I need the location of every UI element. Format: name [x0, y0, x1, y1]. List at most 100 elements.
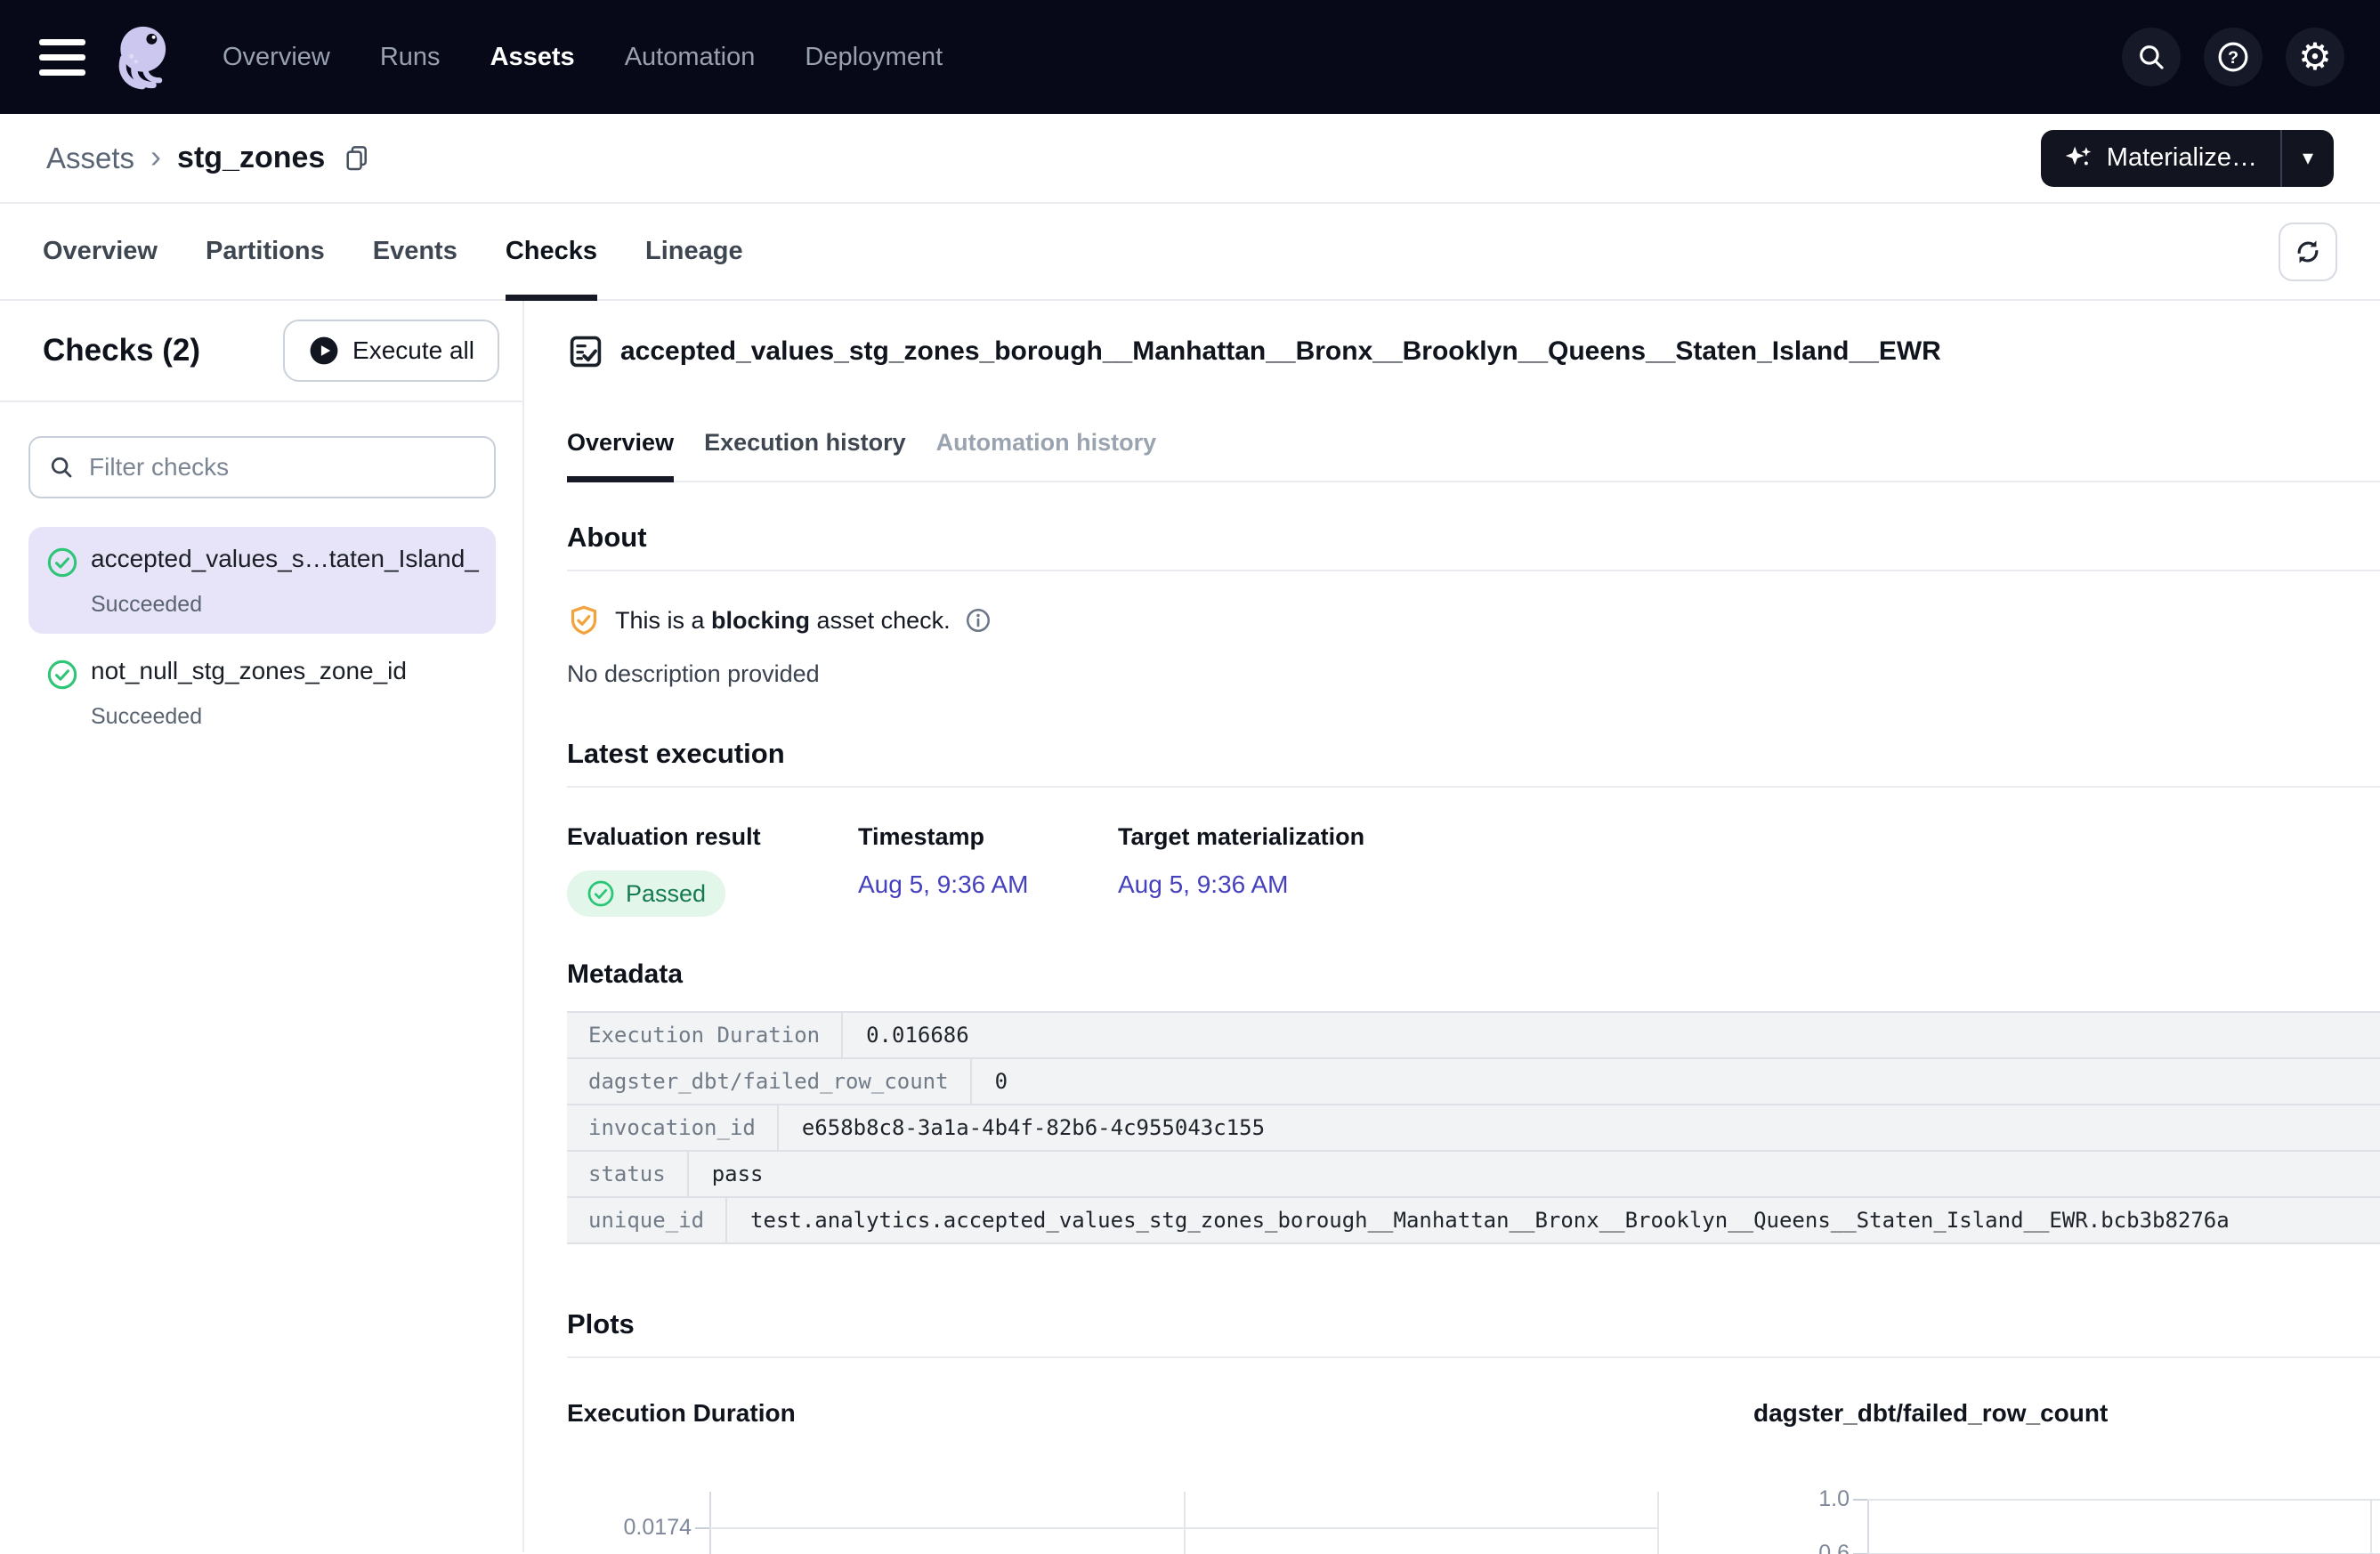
metadata-key: dagster_dbt/failed_row_count [567, 1059, 972, 1104]
asset-check-icon [567, 333, 604, 370]
breadcrumb: Assets › stg_zones [46, 141, 371, 175]
chart-gridline [709, 1492, 711, 1554]
filter-checks-box [28, 436, 496, 498]
check-list: accepted_values_s…taten_Island_ Succeede… [28, 527, 496, 746]
metadata-value: 0.016686 [843, 1013, 992, 1057]
nav-item-assets[interactable]: Assets [490, 43, 575, 72]
chart-title: dagster_dbt/failed_row_count [1753, 1399, 2380, 1428]
materialize-button[interactable]: Materialize… [2041, 130, 2280, 187]
section-divider [567, 1356, 2380, 1358]
nav-item-automation[interactable]: Automation [625, 43, 756, 72]
tab-partitions[interactable]: Partitions [206, 204, 325, 299]
about-section: About This is a blocking asset check. No… [567, 522, 2380, 688]
asset-tabs: Overview Partitions Events Checks Lineag… [43, 204, 743, 299]
top-nav-actions: ? ⚙ [2122, 28, 2344, 86]
execute-all-label: Execute all [352, 336, 474, 365]
check-list-item-not-null[interactable]: not_null_stg_zones_zone_id Succeeded [28, 639, 496, 746]
checks-sidebar-body: accepted_values_s…taten_Island_ Succeede… [0, 402, 522, 746]
tab-lineage[interactable]: Lineage [645, 204, 743, 299]
dagster-app-window: Overview Runs Assets Automation Deployme… [0, 0, 2380, 1554]
chevron-right-icon: › [150, 138, 161, 175]
execute-all-button[interactable]: Execute all [283, 320, 499, 382]
tab-execution-history[interactable]: Execution history [704, 427, 906, 481]
chart-gridline [1867, 1499, 2380, 1501]
filter-checks-input[interactable] [87, 452, 476, 482]
table-row: invocation_id e658b8c8-3a1a-4b4f-82b6-4c… [567, 1105, 2380, 1152]
main-body: Checks (2) Execute all [0, 301, 2380, 1552]
asset-header-row: Assets › stg_zones Materialize… [0, 114, 2380, 204]
check-title-row: accepted_values_stg_zones_borough__Manha… [567, 333, 2380, 370]
target-materialization-link[interactable]: Aug 5, 9:36 AM [1118, 870, 2380, 899]
passed-status-badge: Passed [567, 870, 725, 917]
column-header-timestamp: Timestamp [858, 823, 1118, 851]
copy-icon [343, 142, 371, 174]
execution-duration-chart: Execution Duration 0.0174 [567, 1399, 1753, 1554]
chart-gridline [1657, 1492, 1659, 1554]
help-button[interactable]: ? [2204, 28, 2263, 86]
top-navigation-bar: Overview Runs Assets Automation Deployme… [0, 0, 2380, 114]
metadata-value: 0 [972, 1059, 1031, 1104]
help-icon: ? [2216, 40, 2250, 74]
column-header-target-materialization: Target materialization [1118, 823, 2380, 851]
copy-asset-name-button[interactable] [343, 142, 371, 174]
chart-gridline [709, 1527, 1659, 1529]
table-row: dagster_dbt/failed_row_count 0 [567, 1059, 2380, 1105]
section-divider [567, 570, 2380, 571]
nav-item-runs[interactable]: Runs [380, 43, 441, 72]
svg-text:?: ? [2228, 48, 2238, 68]
nav-item-overview[interactable]: Overview [223, 43, 330, 72]
metadata-key: invocation_id [567, 1105, 779, 1150]
checks-sidebar: Checks (2) Execute all [0, 301, 524, 1552]
tab-overview[interactable]: Overview [43, 204, 158, 299]
metadata-value: test.analytics.accepted_values_stg_zones… [727, 1198, 2253, 1242]
breadcrumb-assets-link[interactable]: Assets [46, 142, 134, 175]
gear-icon: ⚙ [2298, 38, 2332, 76]
dagster-logo-icon[interactable] [109, 18, 187, 96]
materialize-dropdown-button[interactable]: ▾ [2282, 130, 2334, 187]
timestamp-link[interactable]: Aug 5, 9:36 AM [858, 870, 1118, 899]
check-success-icon [46, 659, 78, 695]
column-header-evaluation-result: Evaluation result [567, 823, 858, 851]
failed-row-count-chart: dagster_dbt/failed_row_count 1.0 0.6 [1753, 1399, 2380, 1554]
search-button[interactable] [2122, 28, 2181, 86]
metadata-value: pass [689, 1152, 787, 1196]
metadata-table: Execution Duration 0.016686 dagster_dbt/… [567, 1011, 2380, 1244]
metadata-key: Execution Duration [567, 1013, 843, 1057]
materialize-split-button: Materialize… ▾ [2041, 130, 2334, 187]
top-nav-links: Overview Runs Assets Automation Deployme… [223, 43, 943, 72]
latest-execution-section: Latest execution Evaluation result Times… [567, 738, 2380, 917]
check-success-icon [46, 546, 78, 583]
materialize-button-label: Materialize… [2107, 143, 2257, 173]
tab-checks[interactable]: Checks [506, 204, 597, 299]
section-divider [567, 786, 2380, 788]
check-detail-panel: accepted_values_stg_zones_borough__Manha… [524, 301, 2380, 1552]
tab-check-overview[interactable]: Overview [567, 427, 674, 481]
breadcrumb-current-asset: stg_zones [177, 141, 325, 175]
sparkle-icon [2064, 143, 2094, 174]
nav-item-deployment[interactable]: Deployment [805, 43, 943, 72]
tab-events[interactable]: Events [373, 204, 457, 299]
metadata-key: status [567, 1152, 689, 1196]
check-item-name: accepted_values_s…taten_Island_ [91, 545, 482, 583]
refresh-button[interactable] [2279, 223, 2337, 281]
blocking-check-row: This is a blocking asset check. [567, 603, 2380, 637]
hamburger-menu-icon[interactable] [36, 28, 93, 85]
shield-check-icon [567, 603, 601, 637]
asset-tabs-row: Overview Partitions Events Checks Lineag… [0, 204, 2380, 301]
plots-heading: Plots [567, 1308, 2380, 1340]
settings-button[interactable]: ⚙ [2286, 28, 2344, 86]
caret-down-icon: ▾ [2303, 145, 2313, 171]
chart-title: Execution Duration [567, 1399, 1753, 1428]
metadata-value: e658b8c8-3a1a-4b4f-82b6-4c955043c155 [779, 1105, 1288, 1150]
check-detail-tabs: Overview Execution history Automation hi… [567, 427, 2380, 482]
check-list-item-accepted-values[interactable]: accepted_values_s…taten_Island_ Succeede… [28, 527, 496, 634]
y-axis-tick-label: 1.0 [1818, 1486, 1850, 1512]
no-description-text: No description provided [567, 660, 2380, 688]
chart-gridline [2370, 1499, 2372, 1554]
passed-badge-label: Passed [626, 880, 706, 908]
chart-gridline [1184, 1492, 1186, 1554]
metadata-heading: Metadata [567, 959, 2380, 990]
axis-tick [695, 1527, 709, 1529]
refresh-icon [2293, 237, 2323, 267]
info-icon[interactable] [965, 607, 992, 634]
